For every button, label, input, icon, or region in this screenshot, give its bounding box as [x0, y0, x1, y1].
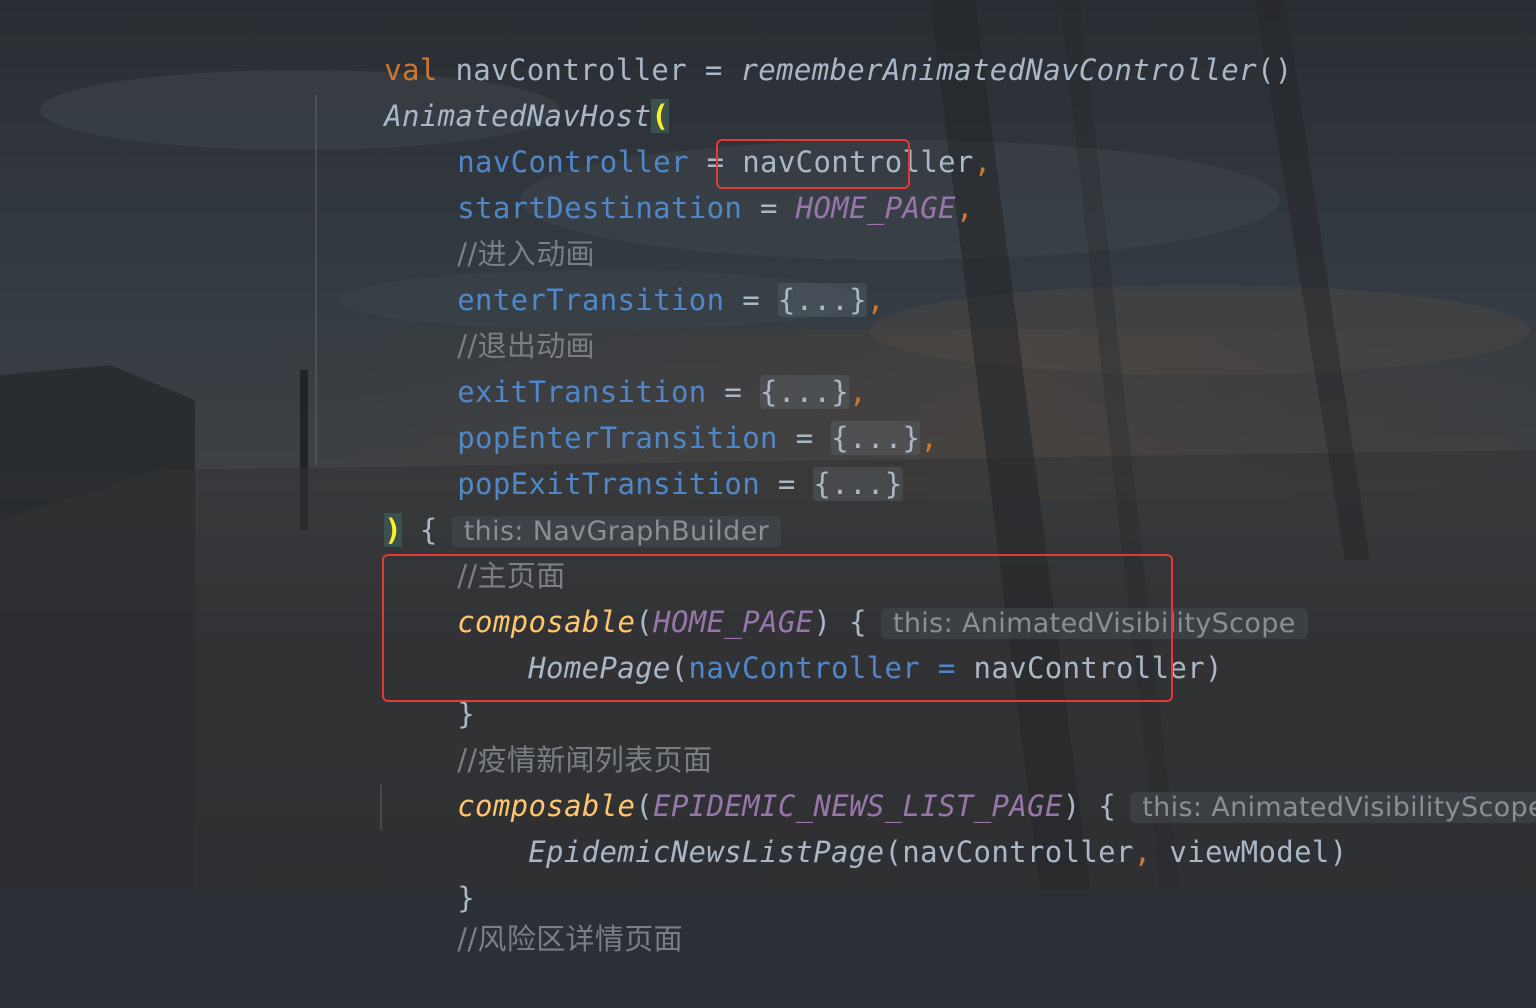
code-editor[interactable]: val navController = rememberAnimatedNavC…	[0, 0, 1536, 956]
code-line-8: exitTransition = {...},	[386, 323, 867, 409]
comma: ,	[1133, 835, 1152, 869]
folded-lambda[interactable]: {...}	[813, 467, 903, 501]
code-line-7: //退出动画	[386, 277, 595, 363]
assign-operator: =	[742, 191, 796, 225]
comma: ,	[955, 191, 974, 225]
assign-operator: =	[724, 283, 778, 317]
comma: ,	[866, 283, 885, 317]
code-line-1: val navController = rememberAnimatedNavC…	[313, 1, 1293, 87]
code-line-5: //进入动画	[386, 185, 595, 271]
code-line-3: navController = navController,	[386, 93, 992, 179]
code-line-18: EpidemicNewsListPage(navController, view…	[457, 783, 1348, 869]
parentheses: ()	[1256, 53, 1293, 87]
folded-lambda[interactable]: {...}	[777, 283, 867, 317]
code-line-2: AnimatedNavHost(	[313, 47, 670, 133]
paren-close: )	[1329, 835, 1348, 869]
code-line-10: popExitTransition = {...}	[386, 415, 903, 501]
function-call: EpidemicNewsListPage	[528, 835, 885, 869]
code-line-19: }	[386, 829, 475, 915]
comma: ,	[920, 421, 939, 455]
comma: ,	[973, 145, 992, 179]
code-line-20: //风险区详情页面	[386, 870, 683, 956]
paren-open: (	[884, 835, 903, 869]
highlight-box-home-composable	[382, 554, 1173, 702]
paren-close: )	[1205, 651, 1223, 685]
argument-value: viewModel	[1151, 835, 1330, 869]
function-call: rememberAnimatedNavController	[740, 53, 1257, 87]
code-line-17: composable(EPIDEMIC_NEWS_LIST_PAGE) {thi…	[386, 737, 1536, 823]
code-line-12: //主页面	[386, 507, 566, 593]
argument-value: navController	[902, 835, 1134, 869]
comment: //风险区详情页面	[457, 922, 683, 956]
highlight-box-start-destination	[716, 139, 910, 189]
code-line-11: ) {this: NavGraphBuilder	[313, 461, 782, 547]
indent-guide	[380, 785, 382, 830]
code-line-6: enterTransition = {...},	[386, 231, 885, 317]
code-line-9: popEnterTransition = {...},	[386, 369, 938, 455]
constant-home-page: HOME_PAGE	[795, 191, 956, 225]
